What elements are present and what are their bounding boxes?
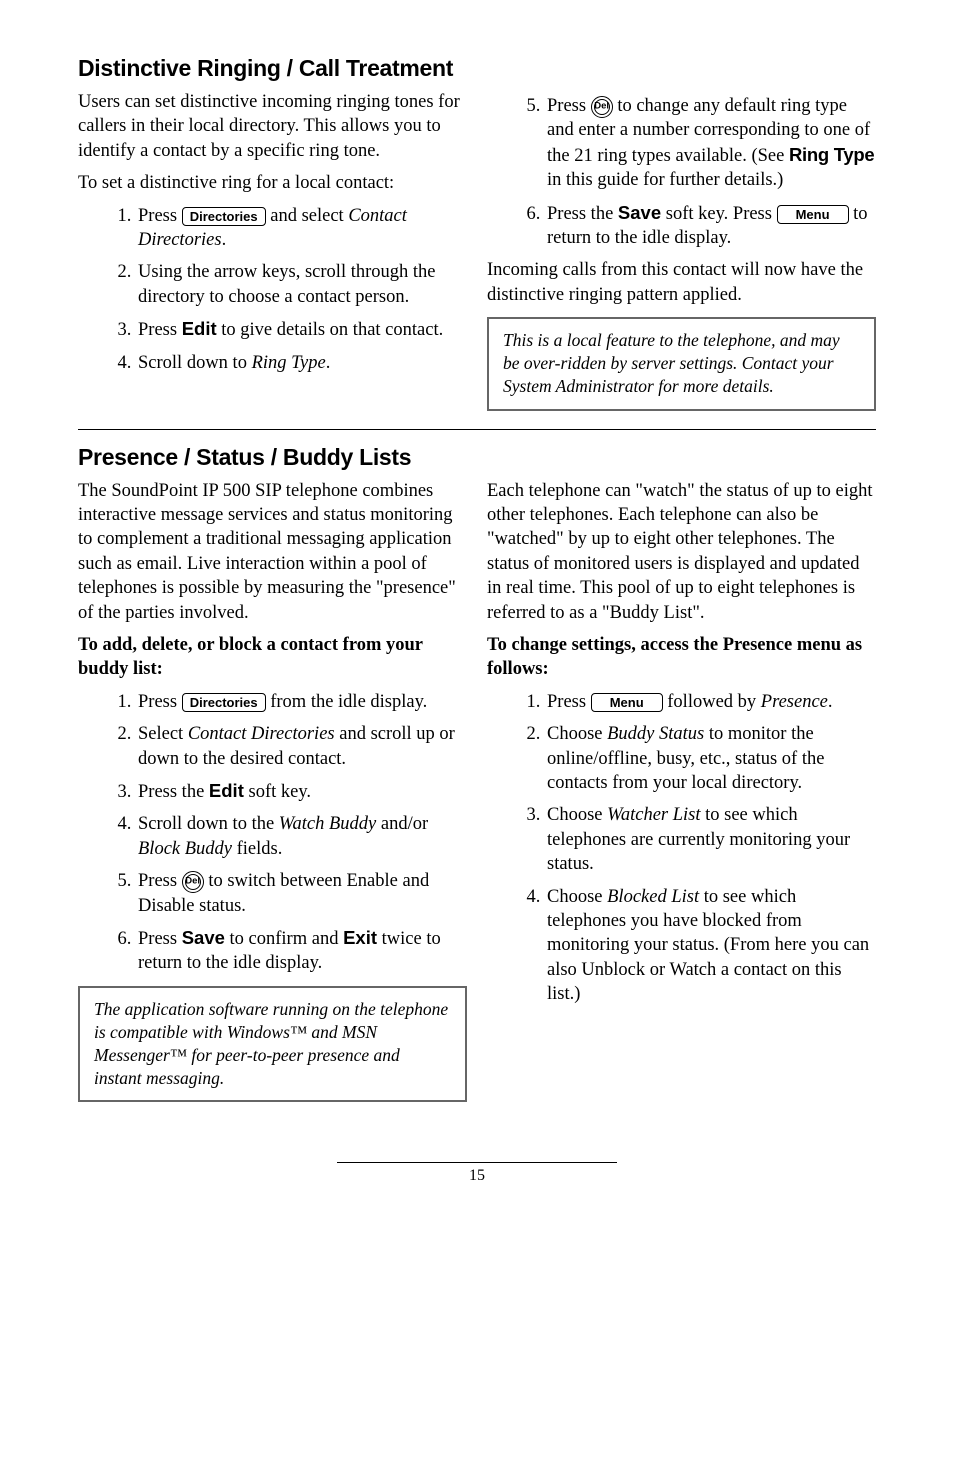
s2-intro: The SoundPoint IP 500 SIP telephone comb… xyxy=(78,479,467,625)
text: Choose xyxy=(547,805,607,825)
footer-rule xyxy=(337,1162,617,1163)
edit-softkey: Edit xyxy=(209,780,244,801)
exit-softkey: Exit xyxy=(343,927,377,948)
text: Press xyxy=(138,320,182,340)
text: Press the xyxy=(547,204,618,224)
text: Scroll down to xyxy=(138,353,252,373)
edit-softkey: Edit xyxy=(182,318,217,339)
s2l-step1: Press Directories from the idle display. xyxy=(136,690,467,714)
text: from the idle display. xyxy=(266,692,428,712)
s2-left-subhead: To add, delete, or block a contact from … xyxy=(78,633,467,682)
section1-left-col: Users can set distinctive incoming ringi… xyxy=(78,90,467,411)
s1-intro-1: Users can set distinctive incoming ringi… xyxy=(78,90,467,163)
s1-left-list: Press Directories and select Contact Dir… xyxy=(104,204,467,375)
text: Press xyxy=(138,206,182,226)
text-italic: Watcher List xyxy=(607,805,700,825)
text: followed by xyxy=(663,692,761,712)
text: and select xyxy=(266,206,349,226)
s2-note-box: The application software running on the … xyxy=(78,986,467,1102)
s2l-step5: Press to switch between Enable and Disab… xyxy=(136,869,467,918)
section1-title: Distinctive Ringing / Call Treatment xyxy=(78,55,876,82)
directories-button: Directories xyxy=(182,207,266,227)
ring-type-label: Ring Type xyxy=(789,144,874,165)
text: to give details on that contact. xyxy=(217,320,444,340)
text-italic: Blocked List xyxy=(607,887,699,907)
page-footer: 15 xyxy=(78,1162,876,1185)
text: Select xyxy=(138,724,188,744)
s2l-step6: Press Save to confirm and Exit twice to … xyxy=(136,926,467,976)
text-italic: Buddy Status xyxy=(607,724,704,744)
s1-step4: Scroll down to Ring Type. xyxy=(136,351,467,375)
save-softkey: Save xyxy=(182,927,225,948)
s2l-step3: Press the Edit soft key. xyxy=(136,779,467,804)
text: Scroll down to the xyxy=(138,814,279,834)
sel-key-icon xyxy=(182,871,204,893)
s2r-step3: Choose Watcher List to see which telepho… xyxy=(545,803,876,876)
s1-note-box: This is a local feature to the telephone… xyxy=(487,317,876,410)
text: Choose xyxy=(547,724,607,744)
section2-title: Presence / Status / Buddy Lists xyxy=(78,444,876,471)
text: Press xyxy=(547,96,591,116)
text: and/or xyxy=(376,814,428,834)
text: Press the xyxy=(138,782,209,802)
text: . xyxy=(828,692,833,712)
s2-right-list: Press Menu followed by Presence. Choose … xyxy=(513,690,876,1007)
s1-step2: Using the arrow keys, scroll through the… xyxy=(136,260,467,309)
s2-right-subhead: To change settings, access the Presence … xyxy=(487,633,876,682)
s1-right-list: Press to change any default ring type an… xyxy=(513,94,876,250)
text: . xyxy=(222,230,227,250)
text-italic: Presence xyxy=(761,692,828,712)
s2-left-list: Press Directories from the idle display.… xyxy=(104,690,467,976)
directories-button: Directories xyxy=(182,693,266,713)
save-softkey: Save xyxy=(618,202,661,223)
text: soft key. Press xyxy=(661,204,776,224)
s2r-intro: Each telephone can "watch" the status of… xyxy=(487,479,876,625)
page-container: Distinctive Ringing / Call Treatment Use… xyxy=(0,0,954,1225)
divider xyxy=(78,429,876,430)
menu-button: Menu xyxy=(777,205,849,225)
s1-step6: Press the Save soft key. Press Menu to r… xyxy=(545,201,876,251)
text: Press xyxy=(138,692,182,712)
section2-columns: The SoundPoint IP 500 SIP telephone comb… xyxy=(78,479,876,1103)
text-italic: Block Buddy xyxy=(138,839,232,859)
text: Press xyxy=(138,929,182,949)
text-italic: Watch Buddy xyxy=(279,814,376,834)
s1-step3: Press Edit to give details on that conta… xyxy=(136,317,467,342)
sel-key-icon xyxy=(591,96,613,118)
section2-left-col: The SoundPoint IP 500 SIP telephone comb… xyxy=(78,479,467,1103)
menu-button: Menu xyxy=(591,693,663,713)
text: . xyxy=(326,353,331,373)
text: Press xyxy=(547,692,591,712)
s2l-step2: Select Contact Directories and scroll up… xyxy=(136,722,467,771)
text: in this guide for further details.) xyxy=(547,170,783,190)
section1-columns: Users can set distinctive incoming ringi… xyxy=(78,90,876,411)
s1-step1: Press Directories and select Contact Dir… xyxy=(136,204,467,253)
s1-intro-2: To set a distinctive ring for a local co… xyxy=(78,171,467,195)
s1-outro: Incoming calls from this contact will no… xyxy=(487,258,876,307)
s1-step5: Press to change any default ring type an… xyxy=(545,94,876,193)
s2r-step1: Press Menu followed by Presence. xyxy=(545,690,876,714)
text: fields. xyxy=(232,839,282,859)
text-italic: Contact Directories xyxy=(188,724,335,744)
s2l-step4: Scroll down to the Watch Buddy and/or Bl… xyxy=(136,812,467,861)
page-number: 15 xyxy=(469,1167,485,1184)
section2-right-col: Each telephone can "watch" the status of… xyxy=(487,479,876,1103)
text-italic: Ring Type xyxy=(252,353,326,373)
s2r-step4: Choose Blocked List to see which telepho… xyxy=(545,885,876,1007)
text: soft key. xyxy=(244,782,311,802)
section1-right-col: Press to change any default ring type an… xyxy=(487,90,876,411)
text: to confirm and xyxy=(225,929,343,949)
s2r-step2: Choose Buddy Status to monitor the onlin… xyxy=(545,722,876,795)
text: Choose xyxy=(547,887,607,907)
text: Press xyxy=(138,871,182,891)
